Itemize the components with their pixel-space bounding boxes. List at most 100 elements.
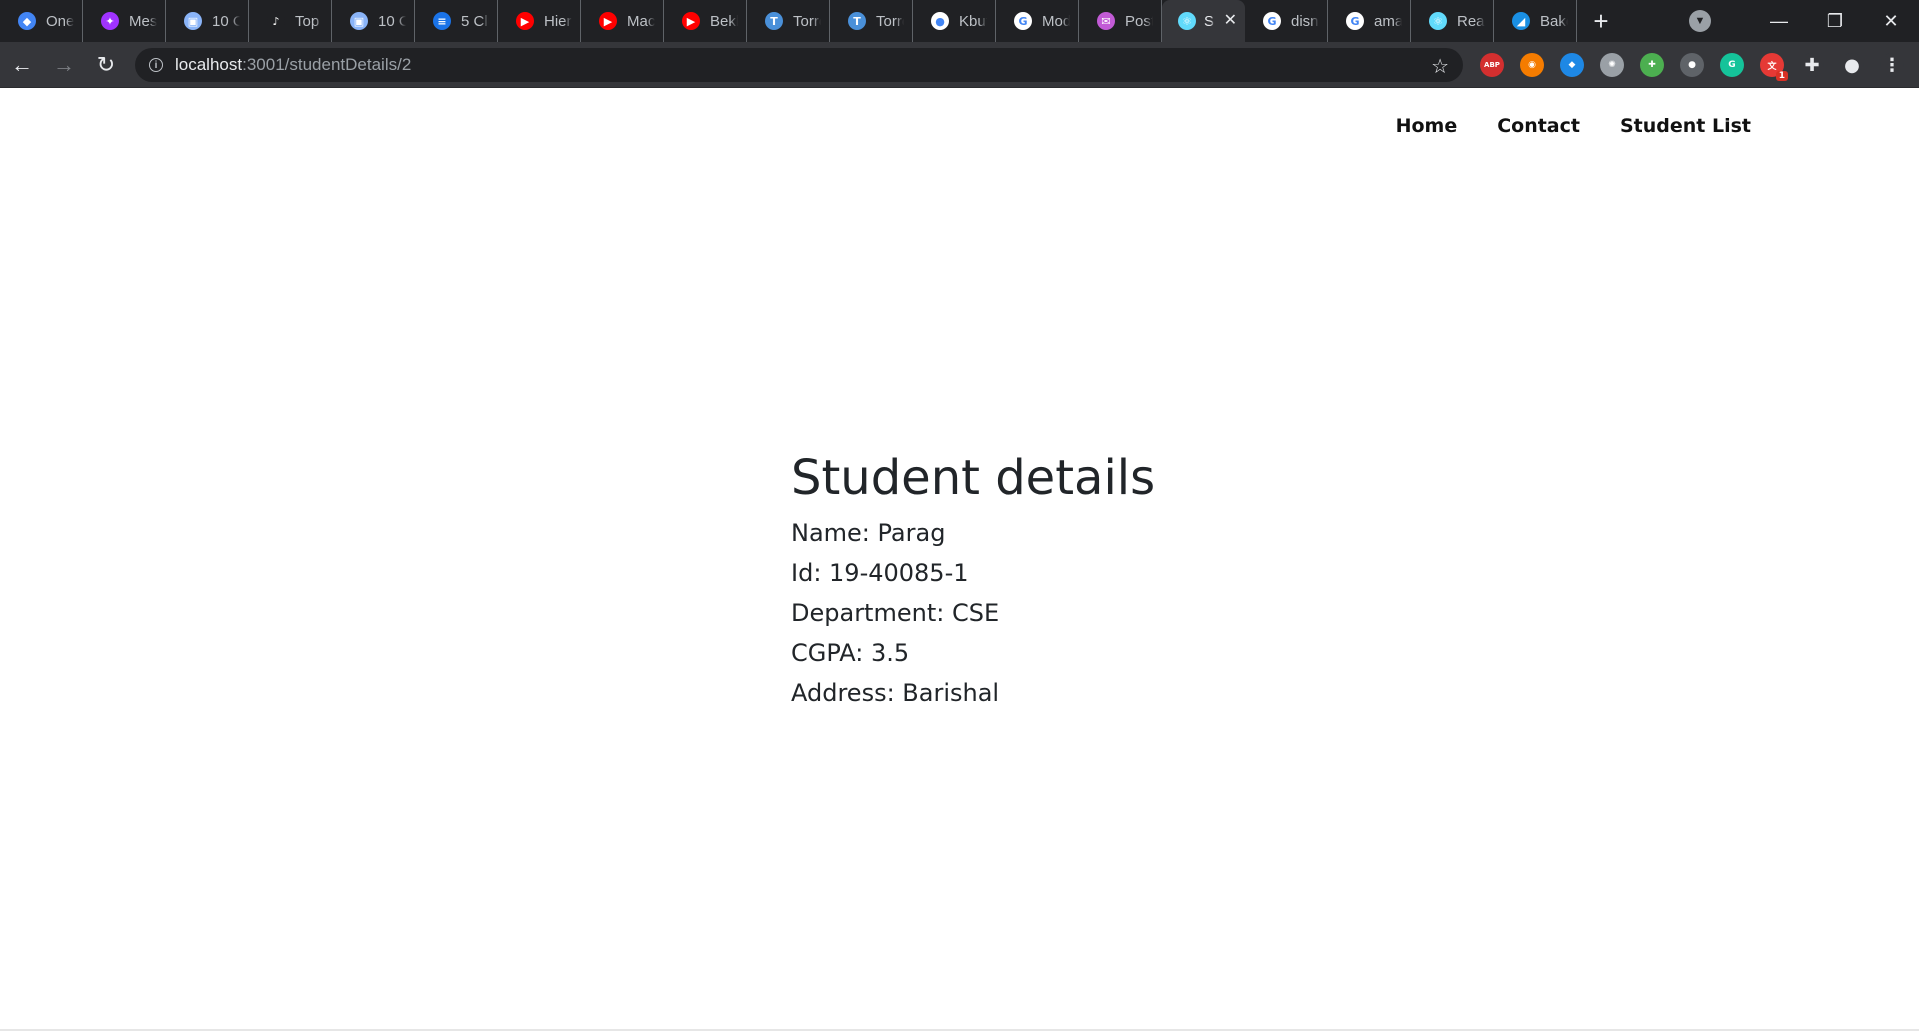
extension-badge: 1 bbox=[1775, 71, 1788, 81]
student-address: Address: Barishal bbox=[791, 679, 1000, 707]
bake-icon: ◢ bbox=[1512, 12, 1530, 30]
browser-tab[interactable]: Gama bbox=[1328, 0, 1411, 42]
tab-title: Hiera bbox=[544, 12, 572, 30]
reload-button[interactable]: ↻ bbox=[86, 45, 126, 85]
adblock-plus-glyph: ABP bbox=[1484, 61, 1500, 69]
tab-title: Torre bbox=[876, 12, 904, 30]
rss-icon[interactable]: ◉ bbox=[1520, 53, 1544, 77]
extensions-area: ABP ◉ ◆ ✺ ✚ ● G 文 1 ✚ ● ⋮ bbox=[1480, 42, 1904, 88]
page-content: Home Contact Student List Student detail… bbox=[0, 89, 1919, 1031]
tab-title: Top 5 bbox=[295, 12, 323, 30]
tab-title: OneT bbox=[46, 12, 74, 30]
browser-tab[interactable]: ✦ Mess bbox=[83, 0, 166, 42]
tab-title: 5 Clu bbox=[461, 12, 489, 30]
colorpicker-glyph: ✚ bbox=[1648, 60, 1656, 70]
youtube-icon: ▶ bbox=[516, 12, 534, 30]
url-host: localhost bbox=[175, 55, 243, 74]
close-window-button[interactable]: ✕ bbox=[1863, 0, 1919, 42]
gem-icon[interactable]: ◆ bbox=[1560, 53, 1584, 77]
new-tab-button[interactable]: + bbox=[1581, 0, 1621, 42]
browser-tab[interactable]: Gdisne bbox=[1245, 0, 1328, 42]
student-cgpa: CGPA: 3.5 bbox=[791, 639, 910, 667]
nav-link-home[interactable]: Home bbox=[1396, 115, 1458, 137]
image-icon: ▣ bbox=[350, 12, 368, 30]
window-controls: ▼ — ❐ ✕ bbox=[1689, 0, 1919, 42]
student-details-card: Student details Name: Parag Id: 19-40085… bbox=[791, 449, 1155, 713]
github-icon: ● bbox=[931, 12, 949, 30]
tab-title: Mach bbox=[627, 12, 655, 30]
nav-link-contact[interactable]: Contact bbox=[1497, 115, 1580, 137]
tab-title: 10 Cl bbox=[378, 12, 406, 30]
browser-tab[interactable]: ⚛ Reac bbox=[1411, 0, 1494, 42]
menu-dots-glyph: ⋮ bbox=[1883, 54, 1901, 76]
browser-tab[interactable]: ✉ Post bbox=[1079, 0, 1162, 42]
youtube-icon: ▶ bbox=[599, 12, 617, 30]
messenger-icon: ✦ bbox=[101, 12, 119, 30]
tab-title: disne bbox=[1291, 12, 1319, 30]
torrent-icon: T bbox=[848, 12, 866, 30]
tab-title: Post bbox=[1125, 12, 1153, 30]
forward-button[interactable]: → bbox=[44, 45, 84, 85]
tiktok-icon: ♪ bbox=[267, 12, 285, 30]
browser-tab[interactable]: ▶ Bekh bbox=[664, 0, 747, 42]
site-info-icon[interactable]: i bbox=[149, 58, 163, 72]
postman-icon: ✉ bbox=[1097, 12, 1115, 30]
diamond-icon: ◆ bbox=[18, 12, 36, 30]
tab-search-icon[interactable]: ▼ bbox=[1689, 10, 1711, 32]
minimize-button[interactable]: — bbox=[1751, 0, 1807, 42]
stripes-icon: ≡ bbox=[433, 12, 451, 30]
browser-tab[interactable]: ● Kbut bbox=[913, 0, 996, 42]
profile-icon[interactable]: ● bbox=[1840, 53, 1864, 77]
url-path: :3001/studentDetails/2 bbox=[242, 55, 412, 74]
browser-tab[interactable]: G Mod bbox=[996, 0, 1079, 42]
youtube-icon: ▶ bbox=[682, 12, 700, 30]
browser-tab[interactable]: ▣ 10 Cl bbox=[166, 0, 249, 42]
student-name: Name: Parag bbox=[791, 519, 946, 547]
puzzle-icon[interactable]: ✚ bbox=[1800, 53, 1824, 77]
browser-tab[interactable]: ◆ OneT bbox=[0, 0, 83, 42]
grammarly-icon[interactable]: G bbox=[1720, 53, 1744, 77]
browser-tab[interactable]: ▶ Hiera bbox=[498, 0, 581, 42]
tab-active[interactable]: ⚛ S ✕ bbox=[1162, 0, 1245, 42]
ghost-icon[interactable]: ● bbox=[1680, 53, 1704, 77]
colorpicker-icon[interactable]: ✚ bbox=[1640, 53, 1664, 77]
tab-title: S bbox=[1204, 12, 1214, 30]
menu-dots-icon[interactable]: ⋮ bbox=[1880, 53, 1904, 77]
react-icon: ⚛ bbox=[1178, 12, 1196, 30]
profile-glyph: ● bbox=[1844, 54, 1860, 76]
browser-tab[interactable]: ♪ Top 5 bbox=[249, 0, 332, 42]
tab-title: Torre bbox=[793, 12, 821, 30]
react-icon: ⚛ bbox=[1429, 12, 1447, 30]
gem-glyph: ◆ bbox=[1568, 60, 1576, 70]
page-title: Student details bbox=[791, 450, 1156, 506]
student-id: Id: 19-40085-1 bbox=[791, 559, 969, 587]
bulb-glyph: ✺ bbox=[1608, 60, 1616, 70]
url-text[interactable]: localhost:3001/studentDetails/2 bbox=[175, 55, 411, 75]
tab-list: ◆ OneT ✦ Mess ▣ 10 Cl ♪ Top 5 ▣ 10 Cl ≡ 5 Clu ▶ Hiera… bbox=[0, 0, 1621, 42]
browser-tab[interactable]: T Torre bbox=[747, 0, 830, 42]
browser-tab[interactable]: ▶ Mach bbox=[581, 0, 664, 42]
tab-title: Kbut bbox=[959, 12, 987, 30]
google-icon: G bbox=[1014, 12, 1032, 30]
browser-tab[interactable]: T Torre bbox=[830, 0, 913, 42]
browser-tab[interactable]: ◢ Bake bbox=[1494, 0, 1577, 42]
address-bar[interactable]: i localhost:3001/studentDetails/2 ☆ bbox=[135, 48, 1463, 82]
restore-button[interactable]: ❐ bbox=[1807, 0, 1863, 42]
tab-title: ama bbox=[1374, 12, 1402, 30]
browser-tab[interactable]: ≡ 5 Clu bbox=[415, 0, 498, 42]
bulb-icon[interactable]: ✺ bbox=[1600, 53, 1624, 77]
translate-icon[interactable]: 文1 bbox=[1760, 53, 1788, 81]
close-tab-icon[interactable]: ✕ bbox=[1224, 13, 1237, 29]
bookmark-star-icon[interactable]: ☆ bbox=[1431, 54, 1449, 79]
back-button[interactable]: ← bbox=[2, 45, 42, 85]
nav-link-student-list[interactable]: Student List bbox=[1620, 115, 1751, 137]
browser-toolbar: ← → ↻ i localhost:3001/studentDetails/2 … bbox=[0, 42, 1919, 88]
browser-tab-strip: ◆ OneT ✦ Mess ▣ 10 Cl ♪ Top 5 ▣ 10 Cl ≡ 5 Clu ▶ Hiera… bbox=[0, 0, 1919, 42]
browser-tab[interactable]: ▣ 10 Cl bbox=[332, 0, 415, 42]
google-icon: G bbox=[1346, 12, 1364, 30]
ghost-glyph: ● bbox=[1688, 60, 1696, 70]
tab-title: Reac bbox=[1457, 12, 1485, 30]
rss-glyph: ◉ bbox=[1528, 60, 1536, 70]
adblock-plus-icon[interactable]: ABP bbox=[1480, 53, 1504, 77]
tab-title: Bekh bbox=[710, 12, 738, 30]
